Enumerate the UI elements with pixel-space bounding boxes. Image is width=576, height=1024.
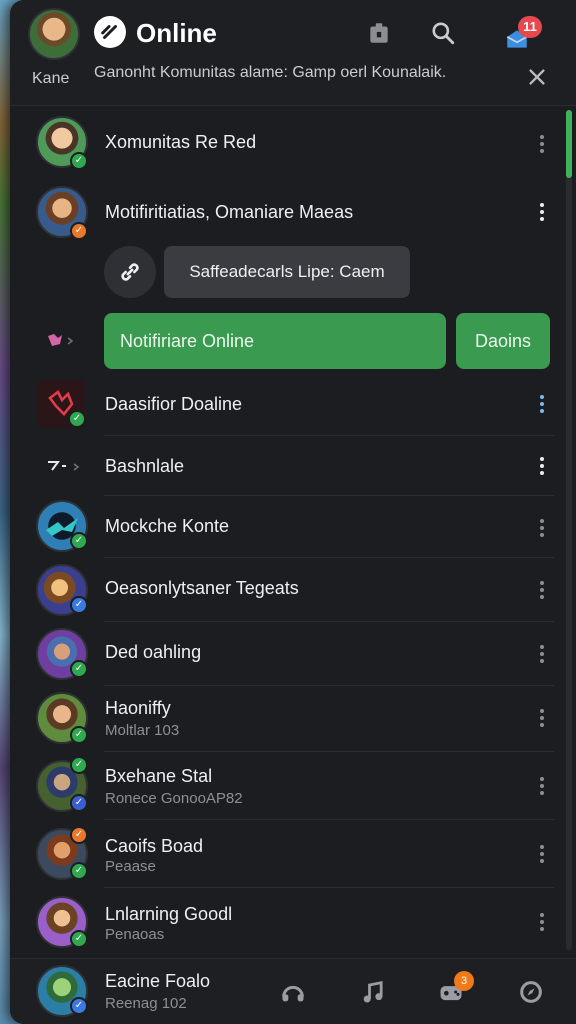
more-vertical-icon: [540, 457, 544, 475]
list-item[interactable]: ✓ Ded oahling: [10, 622, 566, 686]
online-status-icon: ✓: [70, 726, 88, 744]
online-status-icon: ✓: [70, 930, 88, 948]
more-options-button[interactable]: [532, 392, 552, 416]
list-item[interactable]: ✓ ✓ Bxehane Stal Ronece GonooAP82: [10, 752, 566, 820]
more-options-button[interactable]: [532, 642, 552, 666]
more-vertical-icon: [540, 777, 544, 795]
list-item[interactable]: ✓ ✓ Caoifs Boad Peaase: [10, 820, 566, 888]
row-title: Mockche Konte: [105, 516, 230, 536]
more-options-button[interactable]: [532, 910, 552, 934]
more-vertical-icon: [540, 581, 544, 599]
row-title: Motifiritiatias, Omaniare Maeas: [105, 202, 354, 222]
row-title: Haoniffy: [105, 698, 171, 718]
profile-avatar[interactable]: [28, 8, 80, 60]
row-subtitle: Ronece GonooAP82: [105, 790, 243, 807]
category-icon: [48, 461, 80, 471]
notify-online-button[interactable]: Notifiriare Online: [104, 313, 446, 369]
more-vertical-icon: [540, 395, 544, 413]
profile-name: Kane: [32, 70, 70, 87]
link-button[interactable]: [104, 246, 156, 298]
nav-games-button[interactable]: 3: [436, 971, 474, 1007]
music-icon: [363, 980, 383, 1003]
row-subtitle: Peaase: [105, 858, 156, 875]
online-status-icon: ✓: [70, 152, 88, 170]
more-options-button[interactable]: [532, 454, 552, 478]
online-status-icon: ✓: [70, 862, 88, 880]
row-subtitle: Penaoas: [105, 926, 165, 943]
join-button[interactable]: Daoins: [456, 313, 550, 369]
row-title: Xomunitas Re Red: [105, 132, 257, 152]
more-vertical-icon: [540, 709, 544, 727]
row-title: Caoifs Boad: [105, 836, 204, 856]
header: Kane Online 11 Ganonht Komunitas alame: …: [10, 0, 576, 106]
notification-badge: 11: [518, 16, 542, 38]
community-panel: Kane Online 11 Ganonht Komunitas alame: …: [10, 0, 576, 1024]
row-title: Daasifior Doaline: [105, 394, 243, 414]
calendar-icon[interactable]: [362, 16, 396, 50]
status-icon: ✓: [70, 596, 88, 614]
more-options-button[interactable]: [532, 200, 552, 224]
nav-badge: 3: [454, 971, 474, 991]
more-vertical-icon: [540, 519, 544, 537]
row-title: Bashnlale: [105, 456, 185, 476]
more-options-button[interactable]: [532, 516, 552, 540]
header-subtitle: Ganonht Komunitas alame: Gamp oerl Kouna…: [94, 64, 447, 81]
search-icon[interactable]: [426, 16, 460, 50]
close-icon: [529, 69, 545, 85]
status-icon: ✓: [70, 997, 88, 1015]
more-vertical-icon: [540, 645, 544, 663]
list-item[interactable]: ✓ Daasifior Doaline: [10, 372, 566, 436]
user-name: Eacine Foalo: [105, 971, 211, 991]
more-options-button[interactable]: [532, 132, 552, 156]
more-vertical-icon: [540, 845, 544, 863]
discover-icon: [520, 981, 542, 1003]
link-icon: [121, 263, 139, 281]
scrollbar-thumb[interactable]: [566, 110, 572, 178]
more-options-button[interactable]: [532, 842, 552, 866]
link-chip[interactable]: Saffeadecarls Lipe: Caem: [164, 246, 410, 298]
away-status-icon: ✓: [70, 222, 88, 240]
tag-icon: [48, 334, 74, 346]
row-subtitle: Moltlar 103: [105, 722, 180, 739]
online-status-icon: ✓: [68, 410, 86, 428]
user-status: Reenag 102: [105, 995, 187, 1012]
more-vertical-icon: [540, 135, 544, 153]
headset-icon: [282, 985, 304, 1002]
list-item[interactable]: ✓ Haoniffy Moltlar 103: [10, 686, 566, 752]
close-button[interactable]: [522, 62, 552, 92]
row-title: Lnlarning Goodl: [105, 904, 233, 924]
row-title: Ded oahling: [105, 642, 202, 662]
list-item[interactable]: ✓ Oeasonlytsaner Tegeats: [10, 558, 566, 622]
more-options-button[interactable]: [532, 578, 552, 602]
inbox-button[interactable]: 11: [500, 16, 542, 56]
list-item[interactable]: Bashnlale: [10, 436, 566, 496]
row-title: Bxehane Stal: [105, 766, 213, 786]
more-vertical-icon: [540, 913, 544, 931]
online-status-icon: ✓: [70, 660, 88, 678]
more-options-button[interactable]: [532, 706, 552, 730]
list-item[interactable]: ✓ Motifiritiatias, Omaniare Maeas: [10, 178, 566, 248]
status-icon: ✓: [70, 794, 88, 812]
online-status-icon: ✓: [70, 756, 88, 774]
app-logo-icon: [94, 16, 126, 48]
list-item[interactable]: ✓ Mockche Konte: [10, 496, 566, 558]
bottom-bar: ✓ Eacine Foalo Reenag 102 3: [10, 958, 576, 1024]
list-item[interactable]: ✓ Lnlarning Goodl Penaoas: [10, 888, 566, 956]
online-status-icon: ✓: [70, 532, 88, 550]
more-options-button[interactable]: [532, 774, 552, 798]
scrollbar-track[interactable]: [566, 110, 572, 950]
nav-headset-button[interactable]: [278, 977, 308, 1007]
page-title: Online: [136, 18, 217, 48]
row-title: Oeasonlytsaner Tegeats: [105, 578, 299, 598]
nav-discover-button[interactable]: [516, 977, 546, 1007]
nav-music-button[interactable]: [358, 977, 388, 1007]
list-item[interactable]: ✓ Xomunitas Re Red: [10, 108, 566, 178]
more-vertical-icon: [540, 203, 544, 221]
away-status-icon: ✓: [70, 826, 88, 844]
